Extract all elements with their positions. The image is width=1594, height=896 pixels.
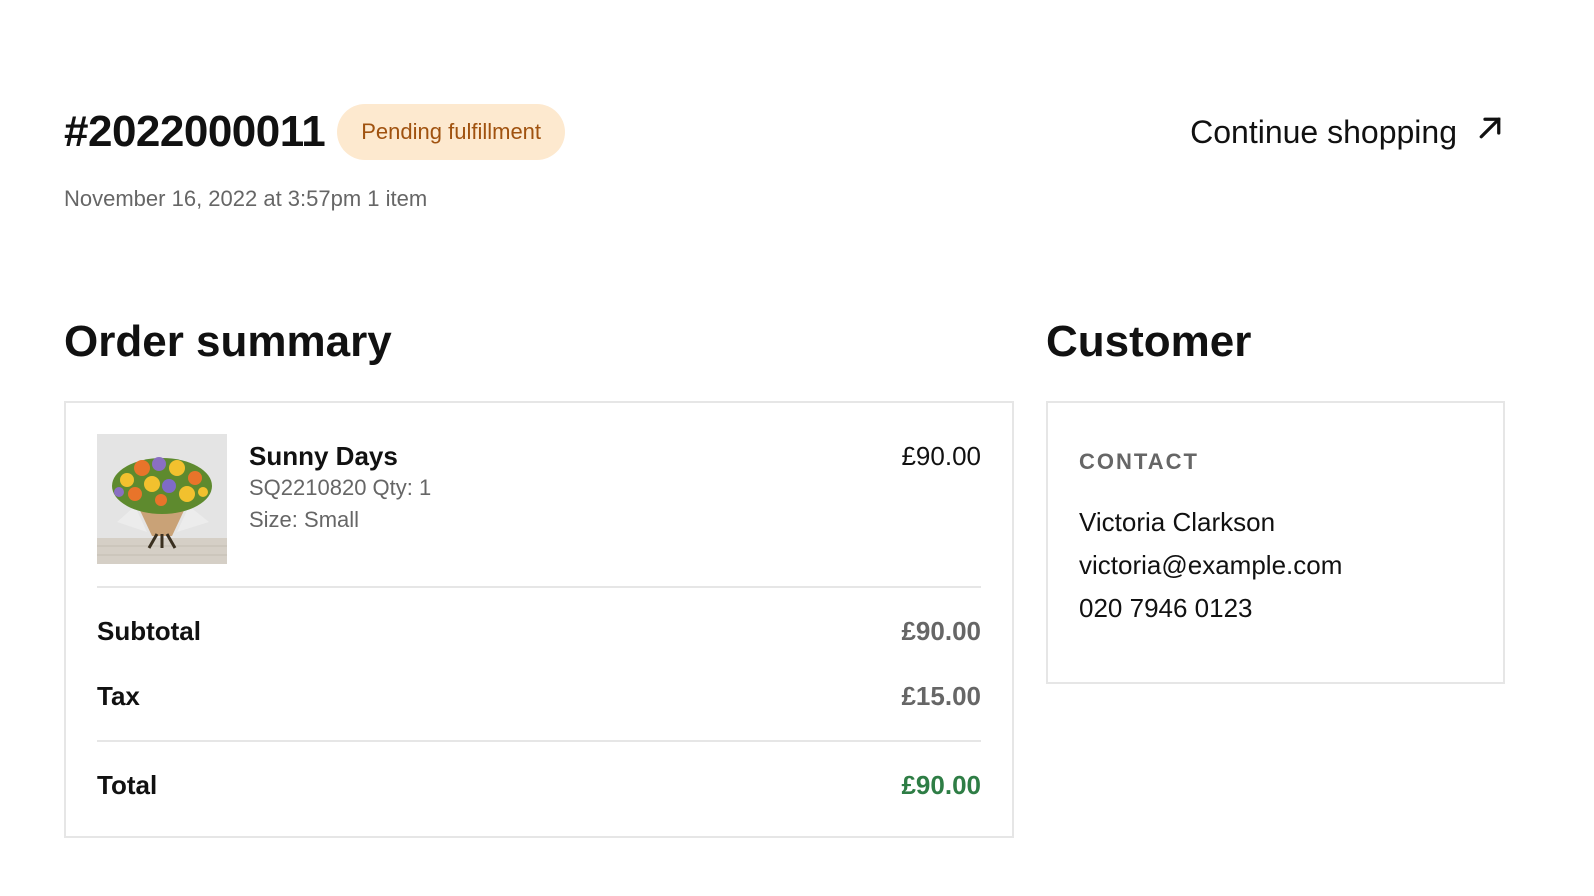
product-size: Size: Small xyxy=(249,507,360,532)
customer-phone: 020 7946 0123 xyxy=(1079,593,1253,623)
subtotal-value: £90.00 xyxy=(901,615,981,646)
product-info: Sunny Days SQ2210820 Qty: 1 Size: Small xyxy=(249,440,431,536)
product-price: £90.00 xyxy=(901,441,981,471)
status-badge: Pending fulfillment xyxy=(337,104,566,160)
tax-value: £15.00 xyxy=(901,680,981,711)
tax-row: Tax £15.00 xyxy=(97,678,981,714)
subtotal-label: Subtotal xyxy=(97,615,201,646)
total-value: £90.00 xyxy=(901,769,981,800)
order-number: #2022000011 xyxy=(64,107,326,156)
order-summary-heading: Order summary xyxy=(64,317,392,366)
customer-name: Victoria Clarkson xyxy=(1079,507,1276,537)
total-label: Total xyxy=(97,769,158,800)
subtotal-row: Subtotal £90.00 xyxy=(97,613,981,649)
customer-card: CONTACT Victoria Clarkson victoria@examp… xyxy=(1046,401,1505,684)
arrow-up-right-icon xyxy=(1475,113,1505,151)
contact-details: Victoria Clarkson victoria@example.com 0… xyxy=(1079,501,1342,630)
order-header: #2022000011 Pending fulfillment Continue… xyxy=(64,104,1505,160)
tax-label: Tax xyxy=(97,680,140,711)
product-name: Sunny Days xyxy=(249,441,398,471)
order-meta: November 16, 2022 at 3:57pm 1 item xyxy=(64,186,428,211)
continue-shopping-link[interactable]: Continue shopping xyxy=(1190,104,1505,160)
product-sku-qty: SQ2210820 Qty: 1 xyxy=(249,475,432,500)
customer-heading: Customer xyxy=(1046,317,1252,366)
product-image xyxy=(97,434,227,564)
line-item: Sunny Days SQ2210820 Qty: 1 Size: Small … xyxy=(97,434,981,564)
contact-label: CONTACT xyxy=(1079,449,1199,474)
order-status-page: #2022000011 Pending fulfillment Continue… xyxy=(0,0,1594,896)
order-summary-card: Sunny Days SQ2210820 Qty: 1 Size: Small … xyxy=(64,401,1014,838)
continue-shopping-label: Continue shopping xyxy=(1190,113,1457,150)
total-row: Total £90.00 xyxy=(97,767,981,803)
divider xyxy=(97,586,981,588)
divider xyxy=(97,740,981,742)
customer-email: victoria@example.com xyxy=(1079,550,1343,580)
